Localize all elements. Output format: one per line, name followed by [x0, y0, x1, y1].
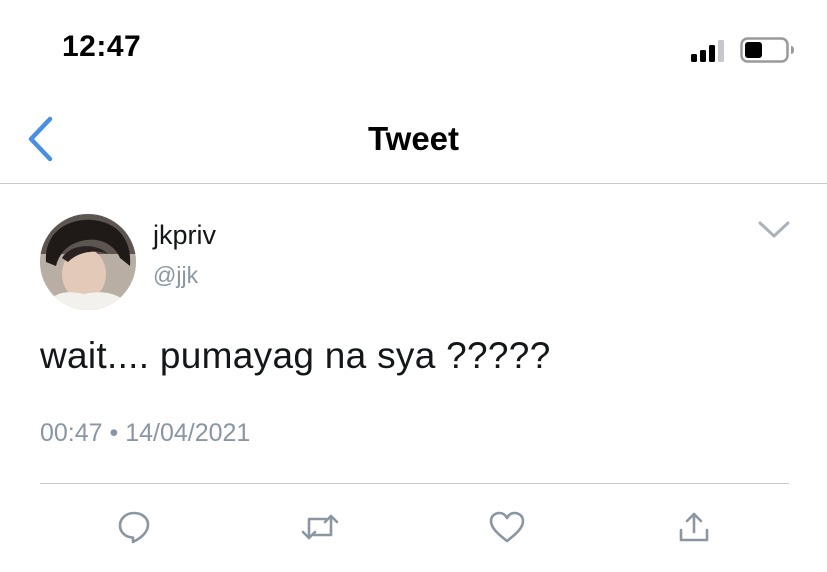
tweet-timestamp: 00:47 • 14/04/2021 [40, 419, 251, 447]
nav-divider [0, 183, 827, 184]
cellular-signal-icon [691, 40, 724, 62]
heart-icon [489, 511, 525, 543]
like-button[interactable] [485, 505, 529, 549]
battery-icon [740, 37, 794, 63]
tweet-text: wait.... pumayag na sya ????? [40, 335, 551, 376]
reply-icon [118, 511, 150, 544]
user-handle[interactable]: @jjk [153, 262, 198, 289]
reply-button[interactable] [112, 505, 156, 549]
retweet-button[interactable] [298, 505, 342, 549]
share-button[interactable] [672, 505, 716, 549]
share-icon [679, 512, 709, 542]
page-title: Tweet [367, 120, 460, 157]
avatar-image [40, 214, 136, 310]
tweet-options-button[interactable] [752, 212, 796, 248]
chevron-down-icon [758, 221, 790, 238]
tweet-detail-screen: 12:47 Tweet jkpriv @jjk wait.... pumayag… [0, 0, 827, 572]
display-name[interactable]: jkpriv [153, 220, 216, 251]
avatar[interactable] [40, 214, 136, 310]
tweet-divider [40, 483, 789, 484]
status-time: 12:47 [62, 30, 142, 63]
retweet-icon [301, 514, 339, 540]
